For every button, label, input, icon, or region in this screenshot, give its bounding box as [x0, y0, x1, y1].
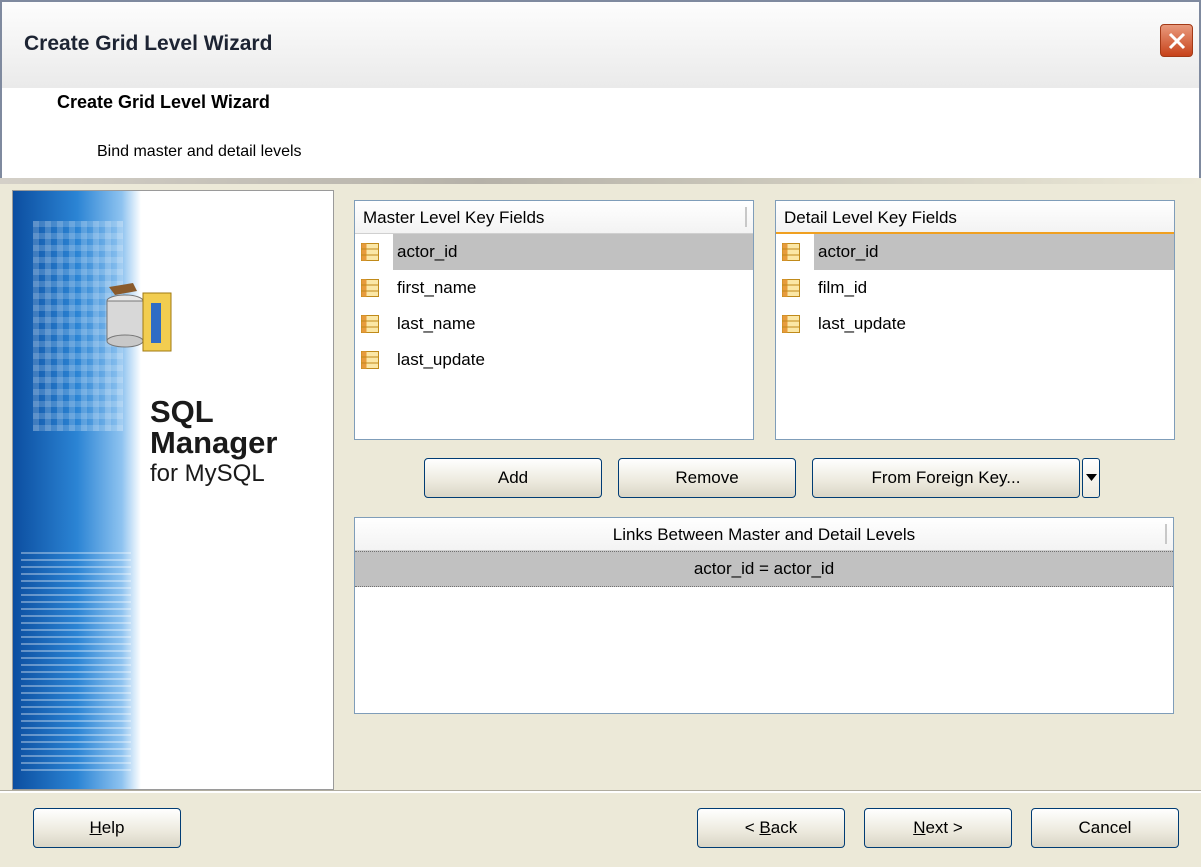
- list-item[interactable]: film_id: [776, 270, 1174, 306]
- wizard-title: Create Grid Level Wizard: [57, 92, 270, 112]
- table-field-icon: [782, 315, 800, 333]
- table-field-icon: [361, 243, 379, 261]
- detail-key-fields-list[interactable]: Detail Level Key Fields actor_id film_idl…: [775, 200, 1175, 440]
- master-key-fields-list[interactable]: Master Level Key Fields actor_id first_na…: [354, 200, 754, 440]
- master-list-header-label: Master Level Key Fields: [363, 208, 545, 227]
- list-item-label: last_update: [397, 350, 485, 369]
- list-item[interactable]: last_update: [355, 342, 753, 378]
- logo-line-3: for MySQL: [150, 460, 265, 487]
- logo-line-2: Manager: [150, 425, 278, 460]
- list-item-label: last_name: [397, 314, 476, 333]
- help-button[interactable]: Help: [33, 808, 181, 848]
- list-item[interactable]: actor_id: [776, 234, 1174, 270]
- detail-list-header-label: Detail Level Key Fields: [784, 208, 957, 227]
- next-button[interactable]: Next >: [864, 808, 1012, 848]
- next-button-label: ext >: [925, 818, 963, 837]
- list-item-label: first_name: [397, 278, 477, 297]
- links-list[interactable]: Links Between Master and Detail Levels a…: [354, 517, 1174, 714]
- add-button[interactable]: Add: [424, 458, 602, 498]
- help-button-mnemonic: H: [89, 818, 102, 837]
- links-list-header-label: Links Between Master and Detail Levels: [612, 525, 916, 544]
- table-field-icon: [361, 315, 379, 333]
- table-field-icon: [782, 279, 800, 297]
- links-list-header[interactable]: Links Between Master and Detail Levels: [355, 518, 1173, 551]
- next-button-mnemonic: N: [913, 818, 926, 837]
- list-item-label: film_id: [818, 278, 868, 297]
- close-icon: [1168, 32, 1186, 50]
- list-item[interactable]: last_update: [776, 306, 1174, 342]
- master-list-header[interactable]: Master Level Key Fields: [355, 201, 753, 234]
- back-button-label: ack: [770, 818, 798, 837]
- cancel-button[interactable]: Cancel: [1031, 808, 1179, 848]
- back-button[interactable]: < Back: [697, 808, 845, 848]
- wizard-header: Create Grid Level Wizard Bind master and…: [0, 88, 1201, 178]
- list-item[interactable]: last_name: [355, 306, 753, 342]
- back-button-mnemonic: B: [759, 818, 771, 837]
- chevron-down-icon: [1086, 474, 1097, 481]
- remove-button[interactable]: Remove: [618, 458, 796, 498]
- window-title: Create Grid Level Wizard: [24, 32, 273, 55]
- footer-divider: [0, 790, 1201, 793]
- table-field-icon: [361, 351, 379, 369]
- list-item[interactable]: first_name: [355, 270, 753, 306]
- detail-list-header[interactable]: Detail Level Key Fields: [776, 201, 1174, 234]
- list-item-label: actor_id: [814, 234, 1174, 270]
- wizard-sidebar: SQL Manager for MySQL: [12, 190, 334, 790]
- header-divider: [0, 178, 1201, 184]
- logo-line-1: SQL: [150, 394, 214, 429]
- list-item-label: last_update: [818, 314, 906, 333]
- table-field-icon: [782, 243, 800, 261]
- table-field-icon: [361, 279, 379, 297]
- list-item-label: actor_id: [393, 234, 753, 270]
- close-button[interactable]: [1160, 24, 1193, 57]
- wizard-subtitle: Bind master and detail levels: [97, 143, 302, 160]
- from-foreign-key-dropdown[interactable]: [1082, 458, 1100, 498]
- back-button-prefix: <: [744, 818, 760, 837]
- list-item[interactable]: actor_id: [355, 234, 753, 270]
- title-bar: Create Grid Level Wizard: [0, 0, 1201, 88]
- product-logo: SQL Manager for MySQL: [150, 396, 277, 486]
- database-tools-icon: [106, 283, 172, 352]
- from-foreign-key-button[interactable]: From Foreign Key...: [812, 458, 1080, 498]
- help-button-label: elp: [101, 818, 125, 837]
- link-row[interactable]: actor_id = actor_id: [355, 551, 1173, 587]
